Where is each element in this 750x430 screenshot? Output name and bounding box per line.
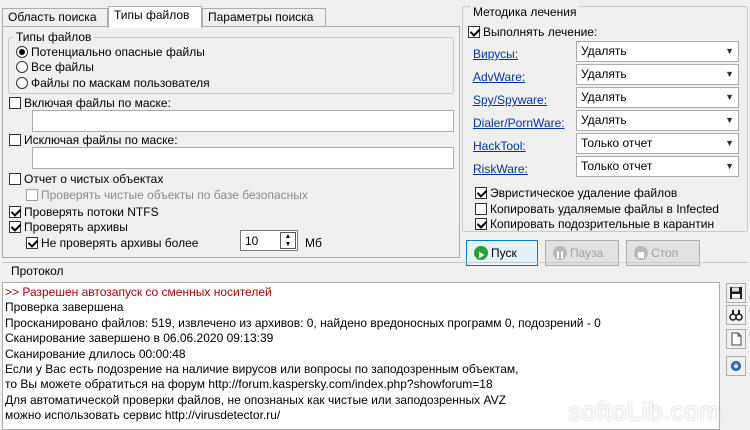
stop-icon (634, 246, 648, 260)
play-icon (474, 246, 488, 260)
log-line: Сканирование длилось 00:00:48 (5, 346, 186, 361)
pause-icon (553, 246, 567, 260)
riskware-action-select[interactable]: Только отчет ▼ (576, 156, 739, 177)
check-clean-db-checkbox[interactable]: Проверять чистые объекты по базе безопас… (26, 188, 308, 202)
radio-potentially-dangerous[interactable]: Потенциально опасные файлы (16, 45, 205, 59)
link-advware[interactable]: AdvWare: (473, 70, 525, 84)
hacktool-action-select[interactable]: Только отчет ▼ (576, 133, 739, 154)
log-line: то Вы можете обратиться на форум http://… (5, 377, 493, 392)
radio-user-masks[interactable]: Файлы по маскам пользователя (16, 76, 210, 90)
log-line: Просканировано файлов: 519, извлечено из… (5, 315, 601, 330)
log-line: Если у Вас есть подозрение на наличие ви… (5, 362, 519, 377)
advware-action-select[interactable]: Удалять ▼ (576, 64, 739, 85)
tab-label: Типы файлов (114, 8, 190, 22)
exclude-mask-input[interactable] (32, 147, 454, 169)
dialer-action-select[interactable]: Удалять ▼ (576, 110, 739, 131)
exclude-mask-checkbox[interactable]: Исключая файлы по маске: (9, 133, 178, 147)
clear-log-button[interactable] (726, 329, 746, 349)
checkbox-checked-icon[interactable] (475, 218, 487, 230)
link-riskware[interactable]: RiskWare: (473, 162, 528, 176)
protocol-title: Протокол (8, 264, 67, 278)
clean-report-checkbox[interactable]: Отчет о чистых объектах (9, 172, 163, 186)
search-log-button[interactable] (726, 305, 746, 325)
ntfs-streams-checkbox[interactable]: Проверять потоки NTFS (9, 205, 159, 219)
spyware-action-select[interactable]: Удалять ▼ (576, 87, 739, 108)
log-line: Проверка завершена (5, 300, 124, 315)
chevron-down-icon: ▼ (725, 161, 734, 171)
checkbox-disabled-icon[interactable] (26, 189, 38, 201)
checkbox-checked-icon[interactable] (9, 206, 21, 218)
include-mask-checkbox[interactable]: Включая файлы по маске: (9, 96, 171, 110)
link-spyware[interactable]: Spy/Spyware: (473, 93, 547, 107)
chevron-down-icon: ▼ (725, 69, 734, 79)
floppy-disk-icon (730, 287, 742, 299)
log-line: Сканирование завершено в 06.06.2020 09:1… (5, 331, 274, 346)
checkbox-icon[interactable] (9, 97, 21, 109)
radio-icon[interactable] (16, 77, 28, 89)
gear-icon (731, 361, 741, 371)
method-group-title: Методика лечения (470, 5, 580, 19)
tab-label: Область поиска (8, 10, 97, 24)
tab-file-types[interactable]: Типы файлов (108, 6, 202, 28)
chevron-down-icon: ▼ (725, 46, 734, 56)
copy-suspicious-checkbox[interactable]: Копировать подозрительные в карантин (475, 217, 714, 231)
chevron-down-icon: ▼ (725, 115, 734, 125)
checkbox-icon[interactable] (9, 134, 21, 146)
copy-deleted-checkbox[interactable]: Копировать удаляемые файлы в Infected (475, 202, 719, 216)
archives-checkbox[interactable]: Проверять архивы (9, 220, 128, 234)
checkbox-icon[interactable] (475, 203, 487, 215)
archive-size-value[interactable]: 10 (245, 234, 258, 248)
chevron-down-icon: ▼ (725, 138, 734, 148)
file-types-group-title: Типы файлов (16, 30, 92, 44)
archive-size-stepper[interactable]: 10 ▲ ▼ (240, 230, 298, 251)
link-dialer-pornware[interactable]: Dialer/PornWare: (473, 116, 565, 130)
tab-search-params[interactable]: Параметры поиска (202, 8, 326, 27)
blank-page-icon (731, 332, 742, 346)
radio-icon[interactable] (16, 61, 28, 73)
radio-all-files[interactable]: Все файлы (16, 60, 94, 74)
checkbox-icon[interactable] (9, 173, 21, 185)
spin-arrows-icon[interactable]: ▲ ▼ (280, 232, 296, 249)
link-hacktool[interactable]: HackTool: (473, 139, 526, 153)
archive-size-unit: Мб (305, 236, 322, 250)
include-mask-input[interactable] (32, 110, 454, 132)
skip-large-archives-checkbox[interactable]: Не проверять архивы более (26, 236, 198, 250)
checkbox-checked-icon[interactable] (468, 26, 480, 38)
chevron-down-icon: ▼ (725, 92, 734, 102)
checkbox-checked-icon[interactable] (475, 187, 487, 199)
binoculars-icon (729, 310, 743, 321)
radio-selected-icon[interactable] (16, 46, 28, 58)
link-viruses[interactable]: Вирусы: (473, 47, 518, 61)
checkbox-checked-icon[interactable] (9, 221, 21, 233)
checkbox-checked-icon[interactable] (26, 237, 38, 249)
tab-search-area[interactable]: Область поиска (2, 8, 108, 27)
log-line: >> Разрешен автозапуск со сменных носите… (5, 285, 272, 299)
save-log-button[interactable] (726, 283, 746, 303)
watermark-logo: softoLib.com (568, 396, 722, 426)
perform-treatment-checkbox[interactable]: Выполнять лечение: (468, 25, 597, 39)
tab-label: Параметры поиска (208, 10, 314, 24)
viruses-action-select[interactable]: Удалять ▼ (576, 41, 739, 62)
heuristic-delete-checkbox[interactable]: Эвристическое удаление файлов (475, 186, 677, 200)
settings-log-button[interactable] (726, 356, 746, 376)
